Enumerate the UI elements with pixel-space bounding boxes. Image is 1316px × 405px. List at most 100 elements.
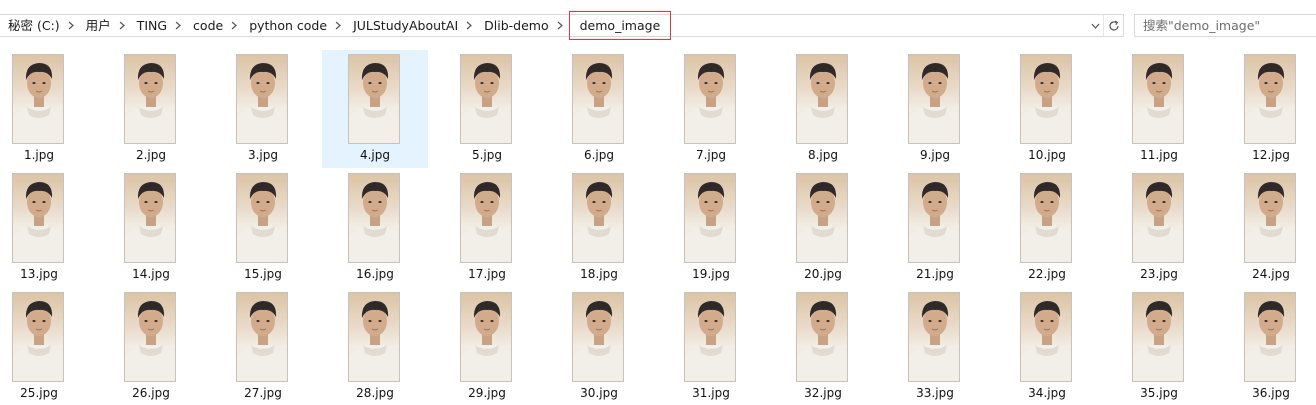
file-item[interactable]: 22.jpg	[994, 169, 1100, 287]
file-name: 5.jpg	[471, 148, 503, 162]
file-item[interactable]: 18.jpg	[546, 169, 652, 287]
file-item[interactable]: 31.jpg	[658, 288, 764, 405]
file-name: 31.jpg	[692, 386, 730, 400]
file-item[interactable]: 25.jpg	[0, 288, 92, 405]
file-item[interactable]: 16.jpg	[322, 169, 428, 287]
file-item[interactable]: 17.jpg	[434, 169, 540, 287]
file-item[interactable]: 23.jpg	[1106, 169, 1212, 287]
image-thumbnail	[908, 292, 960, 382]
image-thumbnail	[572, 292, 624, 382]
chevron-right-icon[interactable]	[462, 15, 476, 36]
search-input[interactable]	[1135, 15, 1316, 36]
file-name: 27.jpg	[244, 386, 282, 400]
file-name: 10.jpg	[1028, 148, 1066, 162]
file-item[interactable]: 4.jpg	[322, 50, 428, 168]
file-item[interactable]: 26.jpg	[98, 288, 204, 405]
image-thumbnail	[12, 173, 64, 263]
file-item[interactable]: 28.jpg	[322, 288, 428, 405]
file-item[interactable]: 27.jpg	[210, 288, 316, 405]
file-item[interactable]: 2.jpg	[98, 50, 204, 168]
file-item[interactable]: 7.jpg	[658, 50, 764, 168]
file-name: 13.jpg	[20, 267, 58, 281]
file-name: 16.jpg	[356, 267, 394, 281]
image-thumbnail	[1244, 173, 1296, 263]
image-thumbnail	[796, 292, 848, 382]
file-item[interactable]: 20.jpg	[770, 169, 876, 287]
file-name: 7.jpg	[695, 148, 727, 162]
file-item[interactable]: 24.jpg	[1218, 169, 1316, 287]
file-name: 6.jpg	[583, 148, 615, 162]
image-thumbnail	[124, 173, 176, 263]
image-thumbnail	[236, 292, 288, 382]
file-item[interactable]: 29.jpg	[434, 288, 540, 405]
file-item[interactable]: 6.jpg	[546, 50, 652, 168]
image-thumbnail	[796, 54, 848, 144]
chevron-down-icon[interactable]	[1087, 15, 1103, 36]
image-thumbnail	[348, 54, 400, 144]
breadcrumb-item-dlib-demo[interactable]: Dlib-demo	[476, 15, 552, 36]
image-thumbnail	[684, 173, 736, 263]
file-item[interactable]: 13.jpg	[0, 169, 92, 287]
file-item[interactable]: 33.jpg	[882, 288, 988, 405]
breadcrumb-item-code[interactable]: code	[185, 15, 227, 36]
file-name: 1.jpg	[23, 148, 55, 162]
file-name: 19.jpg	[692, 267, 730, 281]
image-thumbnail	[236, 54, 288, 144]
file-name: 28.jpg	[356, 386, 394, 400]
chevron-right-icon[interactable]	[115, 15, 129, 36]
image-thumbnail	[684, 54, 736, 144]
file-name: 24.jpg	[1252, 267, 1290, 281]
file-item[interactable]: 30.jpg	[546, 288, 652, 405]
file-name: 33.jpg	[916, 386, 954, 400]
chevron-right-icon[interactable]	[553, 15, 567, 36]
file-item[interactable]: 32.jpg	[770, 288, 876, 405]
image-thumbnail	[1132, 173, 1184, 263]
image-thumbnail	[236, 173, 288, 263]
file-name: 15.jpg	[244, 267, 282, 281]
file-name: 17.jpg	[468, 267, 506, 281]
file-name: 29.jpg	[468, 386, 506, 400]
file-name: 3.jpg	[247, 148, 279, 162]
file-item[interactable]: 10.jpg	[994, 50, 1100, 168]
file-item[interactable]: 34.jpg	[994, 288, 1100, 405]
file-item[interactable]: 12.jpg	[1218, 50, 1316, 168]
chevron-right-icon[interactable]	[331, 15, 345, 36]
refresh-icon[interactable]	[1103, 15, 1123, 36]
breadcrumb-item-ting[interactable]: TING	[129, 15, 171, 36]
file-item[interactable]: 3.jpg	[210, 50, 316, 168]
file-name: 22.jpg	[1028, 267, 1066, 281]
breadcrumb-item-python-code[interactable]: python code	[241, 15, 331, 36]
file-item[interactable]: 8.jpg	[770, 50, 876, 168]
file-item[interactable]: 35.jpg	[1106, 288, 1212, 405]
navigation-bar: 秘密 (C:) 用户 TING code python code JULStud…	[0, 8, 1316, 42]
file-item[interactable]: 21.jpg	[882, 169, 988, 287]
image-thumbnail	[460, 173, 512, 263]
file-item[interactable]: 36.jpg	[1218, 288, 1316, 405]
image-thumbnail	[348, 173, 400, 263]
file-name: 34.jpg	[1028, 386, 1066, 400]
file-item[interactable]: 15.jpg	[210, 169, 316, 287]
chevron-right-icon[interactable]	[64, 15, 78, 36]
image-thumbnail	[1020, 54, 1072, 144]
file-name: 23.jpg	[1140, 267, 1178, 281]
image-thumbnail	[124, 54, 176, 144]
breadcrumb-item-julstudyaboutai[interactable]: JULStudyAboutAI	[345, 15, 462, 36]
breadcrumb: 秘密 (C:) 用户 TING code python code JULStud…	[0, 11, 672, 40]
breadcrumb-item-drive[interactable]: 秘密 (C:)	[0, 15, 64, 36]
file-item[interactable]: 5.jpg	[434, 50, 540, 168]
search-box[interactable]	[1134, 14, 1316, 37]
file-name: 2.jpg	[135, 148, 167, 162]
file-item[interactable]: 11.jpg	[1106, 50, 1212, 168]
image-thumbnail	[908, 54, 960, 144]
image-thumbnail	[1020, 173, 1072, 263]
file-item[interactable]: 9.jpg	[882, 50, 988, 168]
chevron-right-icon[interactable]	[227, 15, 241, 36]
file-item[interactable]: 14.jpg	[98, 169, 204, 287]
breadcrumb-item-current[interactable]: demo_image	[568, 11, 672, 40]
address-bar[interactable]: 秘密 (C:) 用户 TING code python code JULStud…	[0, 11, 1124, 40]
file-name: 36.jpg	[1252, 386, 1290, 400]
file-item[interactable]: 19.jpg	[658, 169, 764, 287]
chevron-right-icon[interactable]	[171, 15, 185, 36]
file-item[interactable]: 1.jpg	[0, 50, 92, 168]
breadcrumb-item-users[interactable]: 用户	[78, 15, 115, 36]
